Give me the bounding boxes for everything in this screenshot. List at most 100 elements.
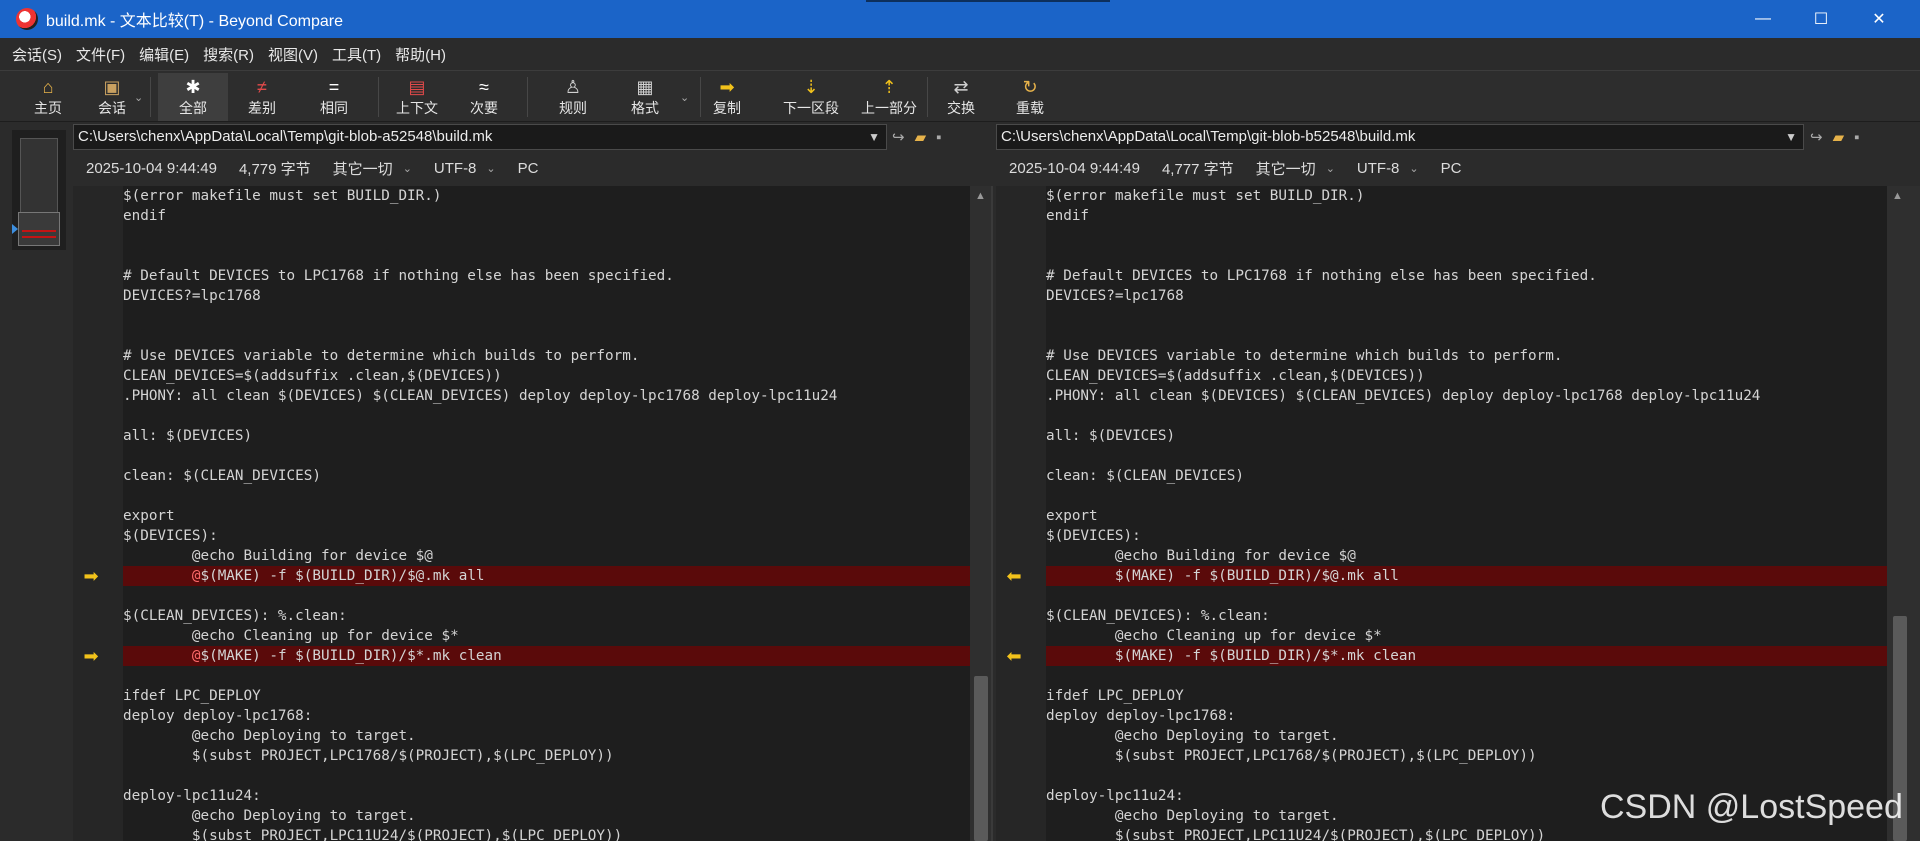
- toolbar-label: 相同: [320, 100, 348, 116]
- toolbar-button-12[interactable]: ⇄ 交换: [935, 73, 987, 121]
- code-line: deploy deploy-lpc1768:: [123, 708, 313, 724]
- pane-divider[interactable]: [991, 186, 993, 841]
- toolbar-button-4[interactable]: = 相同: [304, 73, 364, 121]
- left-path-text: C:\Users\chenx\AppData\Local\Temp\git-bl…: [78, 128, 493, 145]
- left-code-lines: $(error makefile must set BUILD_DIR.) end…: [123, 186, 970, 841]
- toolbar-button-13[interactable]: ↻ 重载: [1004, 73, 1056, 121]
- code-line: @echo Building for device $@: [1046, 548, 1356, 564]
- code-line: CLEAN_DEVICES=$(addsuffix .clean,$(DEVIC…: [1046, 368, 1425, 384]
- folder-open-icon[interactable]: ▰: [1833, 128, 1845, 146]
- left-gutter: [73, 186, 123, 841]
- toolbar-button-6[interactable]: ≈ 次要: [459, 73, 509, 121]
- close-button[interactable]: ✕: [1850, 0, 1908, 38]
- chevron-down-icon[interactable]: ⌄: [1326, 162, 1335, 175]
- chevron-down-icon[interactable]: ▼: [868, 125, 880, 149]
- scroll-up-icon[interactable]: ▲: [1892, 190, 1903, 202]
- toolbar-button-2[interactable]: ✱ 全部: [158, 73, 228, 121]
- code-line: export: [123, 508, 175, 524]
- code-line: @echo Deploying to target.: [1046, 728, 1339, 744]
- folder-open-icon[interactable]: ▰: [915, 128, 927, 146]
- right-gutter: [996, 186, 1046, 841]
- open-dropdown-icon[interactable]: ↪: [1810, 128, 1823, 146]
- menu-edit[interactable]: 编辑(E): [139, 44, 189, 65]
- app-icon: [16, 8, 38, 30]
- left-scrollbar[interactable]: ▲: [970, 186, 992, 841]
- right-mode[interactable]: 其它一切: [1256, 158, 1316, 179]
- copy-left-arrow-icon[interactable]: ⬅: [1004, 566, 1024, 586]
- right-line-ending[interactable]: PC: [1441, 160, 1462, 177]
- right-encoding[interactable]: UTF-8: [1357, 160, 1400, 177]
- code-line: $(DEVICES):: [123, 528, 218, 544]
- diff-line: $(MAKE) -f $(BUILD_DIR)/$@.mk all: [1046, 566, 1887, 586]
- left-scroll-thumb[interactable]: [974, 676, 988, 841]
- prev-section-icon: ⇡: [881, 77, 897, 97]
- copy-left-arrow-icon[interactable]: ⬅: [1004, 646, 1024, 666]
- chevron-down-icon[interactable]: ▼: [1785, 125, 1797, 149]
- code-line: # Default DEVICES to LPC1768 if nothing …: [123, 268, 674, 284]
- code-line: clean: $(CLEAN_DEVICES): [123, 468, 321, 484]
- minimize-button[interactable]: —: [1734, 0, 1792, 38]
- toolbar-button-9[interactable]: ➡ 复制: [701, 73, 753, 121]
- code-line: @echo Deploying to target.: [123, 808, 416, 824]
- toolbar-button-11[interactable]: ⇡ 上一部分: [853, 73, 925, 121]
- thumbnail-overview[interactable]: [12, 130, 66, 250]
- open-dropdown-icon[interactable]: ↪: [892, 128, 905, 146]
- code-line: clean: $(CLEAN_DEVICES): [1046, 468, 1244, 484]
- left-text-pane[interactable]: $(error makefile must set BUILD_DIR.) end…: [73, 186, 970, 841]
- toolbar-button-8[interactable]: ▦ 格式: [617, 73, 673, 121]
- home-icon: ⌂: [42, 77, 54, 97]
- right-text-pane[interactable]: $(error makefile must set BUILD_DIR.)end…: [996, 186, 1887, 841]
- code-line: DEVICES?=lpc1768: [1046, 288, 1184, 304]
- chevron-down-icon[interactable]: ⌄: [486, 162, 495, 175]
- code-line: @echo Building for device $@: [123, 548, 433, 564]
- briefcase-icon: ▣: [103, 77, 121, 97]
- menu-session[interactable]: 会话(S): [12, 44, 62, 65]
- right-size: 4,777 字节: [1161, 160, 1234, 178]
- copy-right-arrow-icon[interactable]: ➡: [81, 646, 101, 666]
- save-icon[interactable]: ▪: [1854, 129, 1859, 146]
- watermark: CSDN @LostSpeed: [1600, 788, 1903, 826]
- code-line: $(error makefile must set BUILD_DIR.): [1046, 188, 1365, 204]
- chevron-down-icon[interactable]: ⌄: [134, 91, 143, 104]
- toolbar-button-3[interactable]: ≠ 差别: [232, 73, 292, 121]
- save-icon[interactable]: ▪: [936, 129, 941, 146]
- menu-tools[interactable]: 工具(T): [332, 44, 381, 65]
- menu-help[interactable]: 帮助(H): [395, 44, 446, 65]
- left-path-actions: ↪ ▰ ▪: [892, 124, 941, 150]
- left-line-ending[interactable]: PC: [518, 160, 539, 177]
- chevron-down-icon[interactable]: ⌄: [403, 162, 412, 175]
- toolbar-button-1[interactable]: ▣ 会话: [88, 73, 136, 121]
- copy-right-arrow-icon[interactable]: ➡: [81, 566, 101, 586]
- menu-file[interactable]: 文件(F): [76, 44, 125, 65]
- menu-search[interactable]: 搜索(R): [203, 44, 254, 65]
- chevron-down-icon[interactable]: ⌄: [1409, 162, 1418, 175]
- code-line: endif: [1046, 208, 1090, 224]
- left-mode[interactable]: 其它一切: [333, 158, 393, 179]
- toolbar-button-5[interactable]: ▤ 上下文: [386, 73, 448, 121]
- left-path-field[interactable]: C:\Users\chenx\AppData\Local\Temp\git-bl…: [73, 124, 887, 150]
- next-section-icon: ⇣: [803, 77, 819, 97]
- menu-view[interactable]: 视图(V): [268, 44, 318, 65]
- chevron-down-icon[interactable]: ⌄: [680, 91, 689, 104]
- scroll-up-icon[interactable]: ▲: [975, 190, 986, 202]
- code-line: .PHONY: all clean $(DEVICES) $(CLEAN_DEV…: [1046, 388, 1761, 404]
- left-size: 4,779 字节: [238, 160, 311, 178]
- code-line: endif: [123, 208, 167, 224]
- toolbar-button-0[interactable]: ⌂ 主页: [28, 73, 68, 121]
- left-encoding[interactable]: UTF-8: [434, 160, 477, 177]
- right-path-field[interactable]: C:\Users\chenx\AppData\Local\Temp\git-bl…: [996, 124, 1804, 150]
- toolbar-button-7[interactable]: ♙ 规则: [545, 73, 601, 121]
- right-scrollbar[interactable]: ▲: [1887, 186, 1920, 841]
- overview-viewport[interactable]: [18, 212, 60, 246]
- toolbar-button-10[interactable]: ⇣ 下一区段: [775, 73, 847, 121]
- code-line: all: $(DEVICES): [123, 428, 253, 444]
- right-code-lines: $(error makefile must set BUILD_DIR.)end…: [1046, 186, 1887, 841]
- copy-arrow-icon: ➡: [719, 77, 735, 97]
- maximize-button[interactable]: ☐: [1792, 0, 1850, 38]
